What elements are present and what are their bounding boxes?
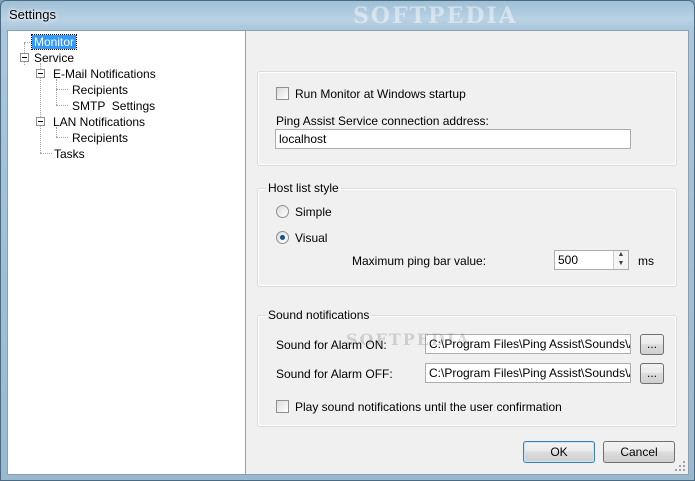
tree-line: [40, 153, 52, 154]
sound-notifications-group: Sound notifications Sound for Alarm ON: …: [257, 308, 677, 427]
tree-item-label: Recipients: [72, 131, 129, 145]
run-at-startup-checkbox[interactable]: [276, 87, 289, 100]
play-until-confirm-checkbox[interactable]: [276, 400, 289, 413]
tree-line: [56, 89, 68, 90]
tree-collapse-icon[interactable]: [36, 117, 45, 126]
tree-item-label: Service: [34, 51, 75, 65]
tree-item-tasks[interactable]: Tasks: [54, 146, 85, 162]
spin-up-icon[interactable]: ▲: [614, 251, 628, 259]
simple-radio[interactable]: [276, 205, 289, 218]
tree-item-email-recipients[interactable]: Recipients: [72, 82, 128, 98]
tree-line: [56, 79, 57, 105]
tree-line: [56, 105, 68, 106]
connection-address-label: Ping Assist Service connection address:: [276, 114, 489, 128]
tree-collapse-icon[interactable]: [36, 69, 45, 78]
monitor-group: Run Monitor at Windows startup Ping Assi…: [257, 71, 677, 166]
tree-item-service[interactable]: Service: [34, 50, 74, 66]
sound-notifications-title: Sound notifications: [266, 308, 372, 322]
tree-item-label: SMTP Settings: [72, 99, 156, 113]
tree-item-label: Recipients: [72, 83, 129, 97]
visual-radio[interactable]: [276, 231, 289, 244]
tree-item-label: LAN Notifications: [53, 115, 146, 129]
spin-down-icon[interactable]: ▼: [614, 259, 628, 268]
tree-item-label: Tasks: [54, 147, 85, 161]
cancel-button[interactable]: Cancel: [603, 441, 675, 463]
settings-window: Settings SOFTPEDIA Monitor Service E-Mai…: [0, 0, 695, 481]
tree-item-lan-recipients[interactable]: Recipients: [72, 130, 128, 146]
max-ping-unit: ms: [638, 254, 654, 268]
alarm-off-browse-button[interactable]: ...: [640, 363, 664, 384]
alarm-on-label: Sound for Alarm ON:: [276, 338, 387, 352]
run-at-startup-label[interactable]: Run Monitor at Windows startup: [295, 87, 466, 101]
monitor-settings-panel: Run Monitor at Windows startup Ping Assi…: [246, 31, 688, 474]
connection-address-input[interactable]: localhost: [275, 129, 631, 149]
max-ping-input[interactable]: 500 ▲ ▼: [554, 250, 629, 270]
host-list-style-title: Host list style: [266, 181, 341, 195]
ok-button[interactable]: OK: [523, 441, 595, 463]
play-until-confirm-label[interactable]: Play sound notifications until the user …: [295, 400, 562, 414]
tree-item-label: Monitor: [30, 34, 78, 50]
tree-item-smtp-settings[interactable]: SMTP Settings: [72, 98, 155, 114]
tree-item-email-notifications[interactable]: E-Mail Notifications: [53, 66, 156, 82]
softpedia-watermark: SOFTPEDIA: [353, 3, 518, 29]
max-ping-spinner[interactable]: ▲ ▼: [613, 251, 628, 269]
title-bar[interactable]: Settings SOFTPEDIA: [1, 1, 694, 30]
host-list-style-group: Host list style Simple Visual Maximum pi…: [257, 181, 677, 287]
size-grip-icon[interactable]: [674, 460, 686, 472]
max-ping-label: Maximum ping bar value:: [352, 254, 487, 268]
alarm-off-input[interactable]: C:\Program Files\Ping Assist\Sounds\Alar…: [425, 363, 631, 383]
tree-item-label: E-Mail Notifications: [53, 67, 156, 81]
window-title: Settings: [9, 7, 56, 22]
alarm-on-input[interactable]: C:\Program Files\Ping Assist\Sounds\Alar…: [425, 334, 631, 354]
tree-item-monitor[interactable]: Monitor: [30, 34, 78, 50]
tree-line: [56, 137, 68, 138]
tree-collapse-icon[interactable]: [20, 53, 29, 62]
alarm-off-label: Sound for Alarm OFF:: [276, 367, 393, 381]
settings-tree: Monitor Service E-Mail Notifications Rec…: [8, 31, 246, 474]
simple-radio-label[interactable]: Simple: [295, 205, 332, 219]
dialog-client-area: Monitor Service E-Mail Notifications Rec…: [7, 30, 689, 475]
max-ping-value: 500: [558, 253, 579, 267]
tree-item-lan-notifications[interactable]: LAN Notifications: [53, 114, 145, 130]
visual-radio-label[interactable]: Visual: [295, 231, 327, 245]
alarm-on-browse-button[interactable]: ...: [640, 334, 664, 355]
